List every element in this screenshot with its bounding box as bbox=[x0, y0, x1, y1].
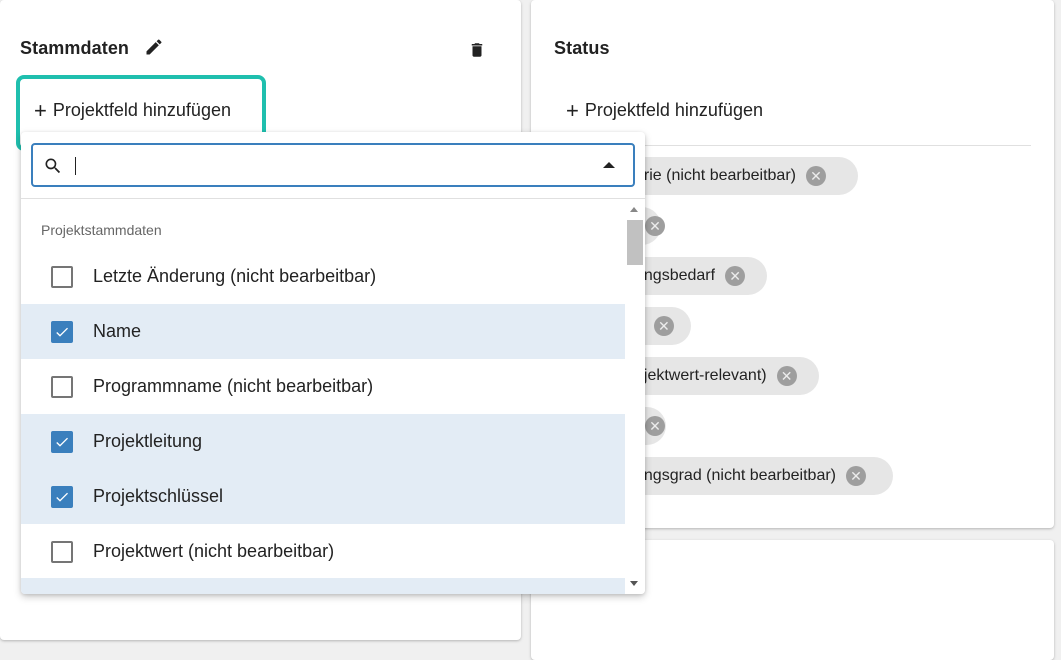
option-programmname[interactable]: Programmname (nicht bearbeitbar) bbox=[21, 359, 625, 414]
option-partial-row[interactable] bbox=[21, 578, 625, 594]
status-chip: orie (nicht bearbeitbar) ✕ bbox=[621, 157, 858, 195]
checkbox-unchecked-icon[interactable] bbox=[51, 540, 73, 563]
option-label: Name bbox=[93, 321, 142, 341]
text-caret bbox=[75, 157, 76, 175]
option-label: Projektschlüssel bbox=[93, 486, 224, 506]
scroll-down-arrow-icon[interactable] bbox=[630, 581, 638, 586]
trash-icon[interactable] bbox=[468, 40, 486, 60]
search-icon bbox=[45, 158, 61, 174]
option-projektwert[interactable]: Projektwert (nicht bearbeitbar) bbox=[21, 524, 625, 579]
checkbox-unchecked-icon[interactable] bbox=[51, 265, 73, 288]
status-add-project-field-label: Projektfeld hinzufügen bbox=[584, 100, 763, 120]
add-project-field-button[interactable]: + Projektfeld hinzufügen bbox=[34, 97, 231, 123]
chip-remove-icon[interactable]: ✕ bbox=[645, 416, 665, 436]
pencil-icon[interactable] bbox=[144, 37, 164, 57]
plus-icon: + bbox=[34, 97, 47, 123]
status-chip: ungsgrad (nicht bearbeitbar) ✕ bbox=[621, 457, 893, 495]
checkbox-unchecked-icon[interactable] bbox=[51, 375, 73, 398]
option-letzte-aenderung[interactable]: Letzte Änderung (nicht bearbeitbar) bbox=[21, 249, 625, 304]
checkbox-checked-icon[interactable] bbox=[51, 320, 73, 343]
scroll-up-arrow-icon[interactable] bbox=[630, 207, 638, 212]
checkbox-checked-icon[interactable] bbox=[51, 485, 73, 508]
status-title: Status bbox=[554, 38, 610, 58]
option-projektschluessel[interactable]: Projektschlüssel bbox=[21, 469, 625, 524]
plus-icon: + bbox=[566, 97, 579, 123]
chip-label: ojektwert-relevant) bbox=[635, 367, 767, 384]
add-project-field-label: Projektfeld hinzufügen bbox=[52, 100, 231, 120]
group-label: Projektstammdaten bbox=[41, 222, 162, 238]
chip-remove-icon[interactable]: ✕ bbox=[645, 216, 665, 236]
search-input[interactable] bbox=[31, 143, 635, 187]
option-label: Projektwert (nicht bearbeitbar) bbox=[93, 541, 335, 561]
option-projektleitung[interactable]: Projektleitung bbox=[21, 414, 625, 469]
chip-remove-icon[interactable]: ✕ bbox=[653, 316, 674, 336]
project-field-dropdown: Projektstammdaten Letzte Änderung (nicht… bbox=[21, 132, 645, 594]
option-label: Programmname (nicht bearbeitbar) bbox=[93, 376, 374, 396]
chip-remove-icon[interactable]: ✕ bbox=[776, 366, 797, 386]
chip-label: orie (nicht bearbeitbar) bbox=[635, 167, 796, 184]
scroll-thumb[interactable] bbox=[627, 220, 643, 265]
status-chip: ojektwert-relevant) ✕ bbox=[621, 357, 819, 395]
chip-remove-icon[interactable]: ✕ bbox=[725, 266, 746, 286]
chip-remove-icon[interactable]: ✕ bbox=[805, 166, 826, 186]
chip-label: ungsgrad (nicht bearbeitbar) bbox=[635, 467, 837, 484]
dropdown-divider bbox=[21, 198, 645, 199]
checkbox-checked-icon[interactable] bbox=[51, 430, 73, 453]
option-label: Projektleitung bbox=[93, 431, 203, 451]
collapse-arrow-icon[interactable] bbox=[603, 162, 615, 168]
option-name[interactable]: Name bbox=[21, 304, 625, 359]
chip-label: ungsbedarf bbox=[635, 267, 716, 284]
status-add-project-field-button[interactable]: + Projektfeld hinzufügen bbox=[566, 97, 763, 123]
dropdown-scrollbar[interactable] bbox=[625, 199, 645, 594]
chip-remove-icon[interactable]: ✕ bbox=[846, 466, 867, 486]
option-label: Letzte Änderung (nicht bearbeitbar) bbox=[93, 266, 377, 286]
stammdaten-title: Stammdaten bbox=[20, 38, 130, 58]
